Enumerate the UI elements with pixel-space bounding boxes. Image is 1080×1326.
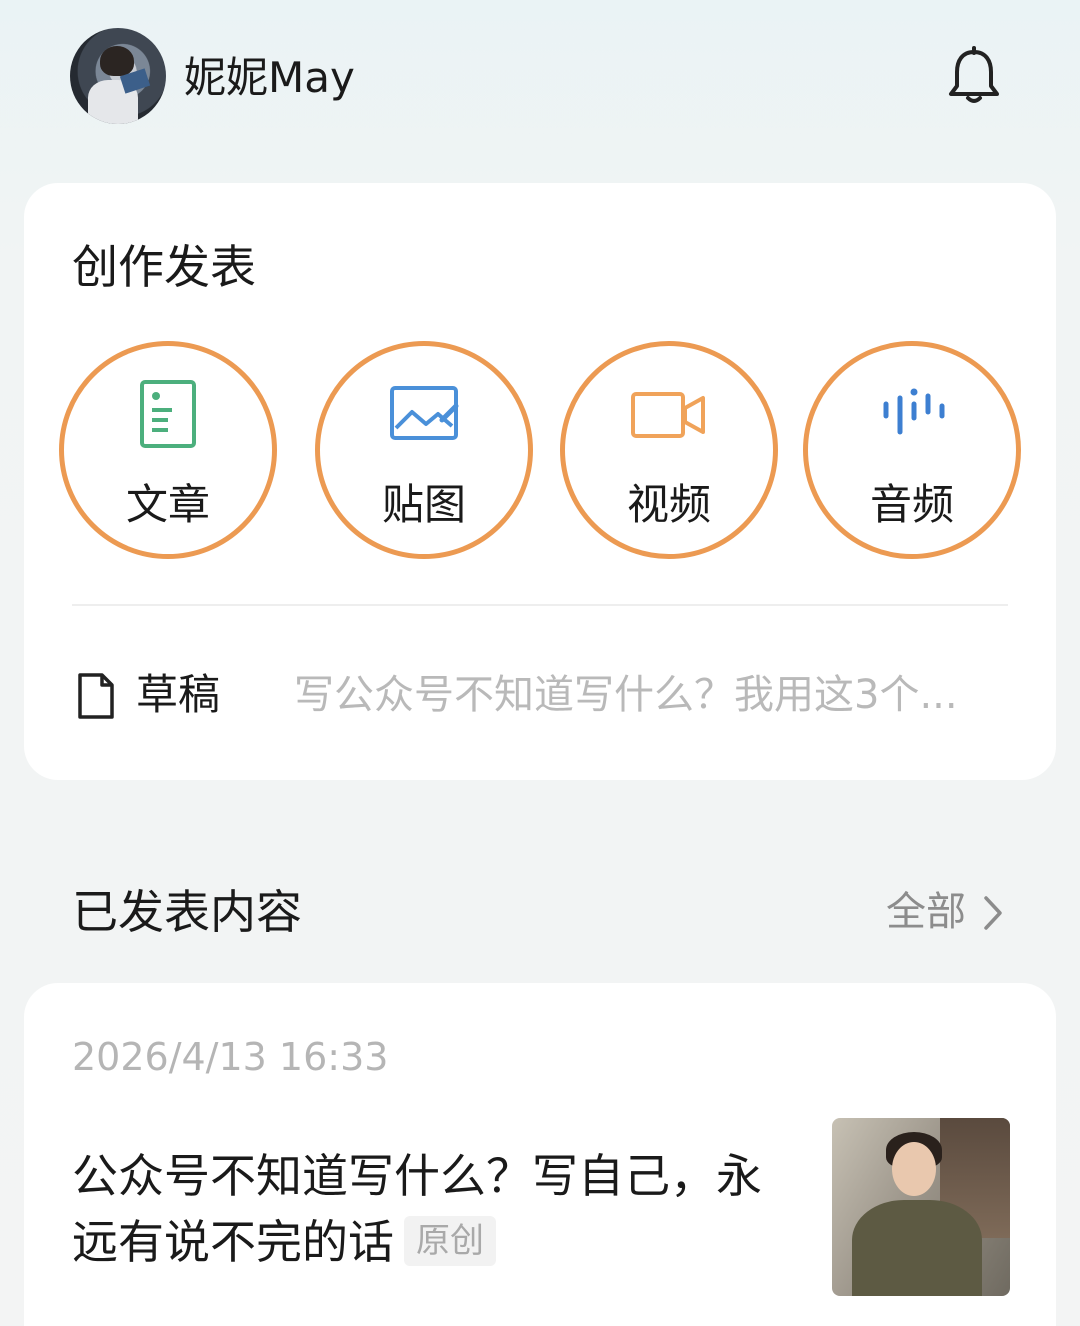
original-badge: 原创 bbox=[404, 1216, 496, 1266]
post-card[interactable]: 2026/4/13 16:33 公众号不知道写什么？写自己，永远有说不完的话 原创 bbox=[24, 983, 1056, 1326]
create-card: 创作发表 文章 贴图 视频 音频 草稿 写公众号不知道写什么？我用这3个... bbox=[24, 183, 1056, 780]
create-actions: 文章 贴图 视频 音频 bbox=[24, 341, 1056, 561]
article-label: 文章 bbox=[125, 480, 210, 529]
username[interactable]: 妮妮May bbox=[184, 50, 355, 106]
post-thumbnail[interactable] bbox=[832, 1118, 1010, 1296]
image-icon bbox=[390, 386, 459, 440]
article-icon bbox=[140, 380, 196, 448]
create-image-button[interactable]: 贴图 bbox=[315, 341, 533, 559]
audio-label: 音频 bbox=[869, 480, 954, 529]
avatar[interactable] bbox=[70, 28, 166, 124]
bell-icon[interactable] bbox=[946, 46, 1002, 106]
create-article-button[interactable]: 文章 bbox=[59, 341, 277, 559]
chevron-right-icon[interactable] bbox=[980, 892, 1006, 934]
draft-preview[interactable]: 写公众号不知道写什么？我用这3个... bbox=[294, 669, 1010, 721]
view-all-link[interactable]: 全部 bbox=[886, 886, 966, 938]
create-video-button[interactable]: 视频 bbox=[560, 341, 778, 559]
divider bbox=[72, 604, 1008, 606]
profile-header: 妮妮May bbox=[0, 0, 1080, 160]
post-timestamp: 2026/4/13 16:33 bbox=[72, 1035, 389, 1079]
published-section-title: 已发表内容 bbox=[72, 885, 302, 939]
post-title[interactable]: 公众号不知道写什么？写自己，永远有说不完的话 原创 bbox=[72, 1143, 792, 1275]
image-label: 贴图 bbox=[381, 480, 466, 529]
draft-button[interactable]: 草稿 bbox=[136, 669, 220, 721]
create-audio-button[interactable]: 音频 bbox=[803, 341, 1021, 559]
create-section-title: 创作发表 bbox=[72, 240, 256, 294]
video-icon bbox=[631, 392, 705, 438]
audio-icon bbox=[883, 388, 945, 435]
document-icon bbox=[78, 673, 114, 719]
video-label: 视频 bbox=[626, 480, 711, 529]
